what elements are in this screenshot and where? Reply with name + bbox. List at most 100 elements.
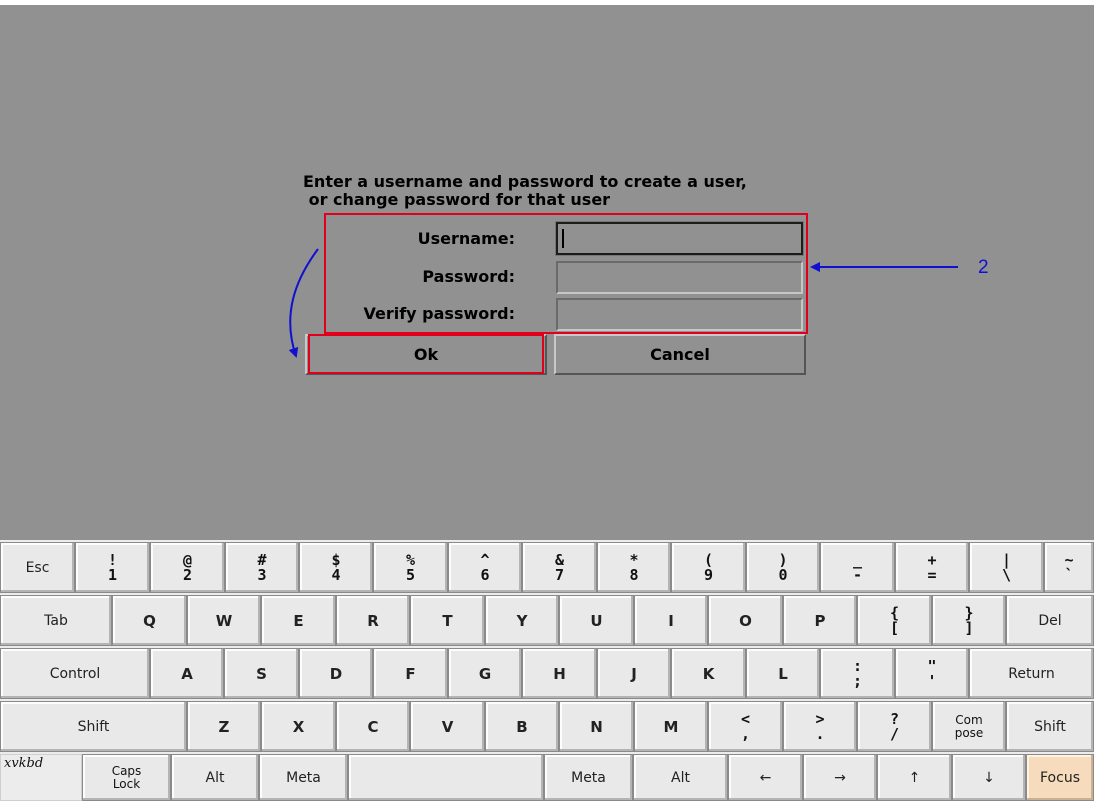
key-label-top: Com xyxy=(955,712,983,727)
key-label: Focus xyxy=(1040,769,1080,786)
key-minus[interactable]: _ - xyxy=(820,542,895,593)
arrow-down-icon: ↓ xyxy=(983,769,995,786)
key-l[interactable]: L xyxy=(746,648,820,699)
key-w[interactable]: W xyxy=(187,595,261,646)
key-esc[interactable]: Esc xyxy=(0,542,75,593)
key-v[interactable]: V xyxy=(410,701,485,752)
key-label: Meta xyxy=(286,769,321,786)
key-comma[interactable]: <, xyxy=(708,701,783,752)
key-t[interactable]: T xyxy=(410,595,485,646)
key-meta-right[interactable]: Meta xyxy=(544,754,633,801)
key-arrow-up[interactable]: ↑ xyxy=(877,754,952,801)
key-return[interactable]: Return xyxy=(969,648,1094,699)
key-i[interactable]: I xyxy=(634,595,708,646)
key-0[interactable]: ) 0 xyxy=(746,542,820,593)
key-o[interactable]: O xyxy=(708,595,783,646)
key-bracket-left[interactable]: {[ xyxy=(857,595,932,646)
key-3[interactable]: #3 xyxy=(225,542,299,593)
key-b[interactable]: B xyxy=(485,701,559,752)
key-label: I xyxy=(668,611,674,630)
key-a[interactable]: A xyxy=(150,648,224,699)
key-label: O xyxy=(739,611,752,630)
key-label: X xyxy=(292,717,305,736)
key-p[interactable]: P xyxy=(783,595,857,646)
key-6[interactable]: ^ 6 xyxy=(448,542,522,593)
key-q[interactable]: Q xyxy=(112,595,187,646)
key-del[interactable]: Del xyxy=(1006,595,1094,646)
key-2[interactable]: @2 xyxy=(150,542,225,593)
key-alt-left[interactable]: Alt xyxy=(171,754,259,801)
key-tab[interactable]: Tab xyxy=(0,595,112,646)
key-label: W xyxy=(215,611,233,630)
key-compose[interactable]: Com pose xyxy=(932,701,1006,752)
key-alt-right[interactable]: Alt xyxy=(633,754,728,801)
key-period[interactable]: >. xyxy=(783,701,857,752)
key-x[interactable]: X xyxy=(261,701,336,752)
key-meta-left[interactable]: Meta xyxy=(259,754,348,801)
key-k[interactable]: K xyxy=(671,648,746,699)
key-f[interactable]: F xyxy=(373,648,448,699)
key-caps-lock[interactable]: Caps Lock xyxy=(82,754,171,801)
key-bracket-right[interactable]: }] xyxy=(932,595,1006,646)
key-grave[interactable]: ~ ` xyxy=(1044,542,1094,593)
key-m[interactable]: M xyxy=(634,701,708,752)
key-glyph: = xyxy=(927,565,937,584)
key-label: P xyxy=(814,611,826,630)
key-n[interactable]: N xyxy=(559,701,634,752)
key-label xyxy=(349,755,543,800)
key-5[interactable]: % 5 xyxy=(373,542,448,593)
key-y[interactable]: Y xyxy=(485,595,559,646)
key-8[interactable]: * 8 xyxy=(597,542,671,593)
key-shift-right[interactable]: Shift xyxy=(1006,701,1094,752)
screen-background: Enter a username and password to create … xyxy=(0,0,1094,801)
key-r[interactable]: R xyxy=(336,595,410,646)
key-u[interactable]: U xyxy=(559,595,634,646)
key-shift-left[interactable]: Shift xyxy=(0,701,187,752)
key-g[interactable]: G xyxy=(448,648,522,699)
key-c[interactable]: C xyxy=(336,701,410,752)
key-focus[interactable]: Focus xyxy=(1026,754,1094,801)
key-equal[interactable]: + = xyxy=(895,542,969,593)
key-s[interactable]: S xyxy=(224,648,299,699)
key-h[interactable]: H xyxy=(522,648,597,699)
key-glyph: ; xyxy=(852,671,863,690)
key-label: Alt xyxy=(205,769,225,786)
key-label: Esc xyxy=(25,559,50,576)
key-glyph: 4 xyxy=(331,565,341,584)
key-4[interactable]: $4 xyxy=(299,542,373,593)
key-label: S xyxy=(256,664,267,683)
key-j[interactable]: J xyxy=(597,648,671,699)
key-z[interactable]: Z xyxy=(187,701,261,752)
key-label: G xyxy=(478,664,492,683)
callout-number: 2 xyxy=(978,257,989,278)
key-label: Q xyxy=(143,611,156,630)
key-label: Tab xyxy=(44,612,68,629)
key-arrow-down[interactable]: ↓ xyxy=(952,754,1026,801)
key-label: D xyxy=(329,664,343,683)
key-label: C xyxy=(367,717,379,736)
key-e[interactable]: E xyxy=(261,595,336,646)
key-glyph: 8 xyxy=(629,565,639,584)
xvkbd-logo: xvkbd xyxy=(4,756,44,771)
key-backslash[interactable]: | \ xyxy=(969,542,1044,593)
key-glyph: \ xyxy=(1001,565,1012,584)
key-1[interactable]: ! 1 xyxy=(75,542,150,593)
key-label: U xyxy=(590,611,603,630)
key-slash[interactable]: ? / xyxy=(857,701,932,752)
key-label-bottom: Lock xyxy=(112,776,141,791)
key-control[interactable]: Control xyxy=(0,648,150,699)
key-7[interactable]: & 7 xyxy=(522,542,597,593)
key-d[interactable]: D xyxy=(299,648,373,699)
key-label-bottom: pose xyxy=(954,725,984,740)
key-semicolon[interactable]: :; xyxy=(820,648,895,699)
key-quote[interactable]: " ' xyxy=(895,648,969,699)
arrow-left-icon: ← xyxy=(759,769,772,786)
key-arrow-right[interactable]: → xyxy=(803,754,877,801)
key-9[interactable]: (9 xyxy=(671,542,746,593)
key-space[interactable] xyxy=(348,754,544,801)
key-arrow-left[interactable]: ← xyxy=(728,754,803,801)
key-glyph: 7 xyxy=(554,565,565,584)
key-label: Meta xyxy=(571,769,606,786)
key-label: J xyxy=(631,664,637,683)
key-glyph: ` xyxy=(1064,565,1074,584)
